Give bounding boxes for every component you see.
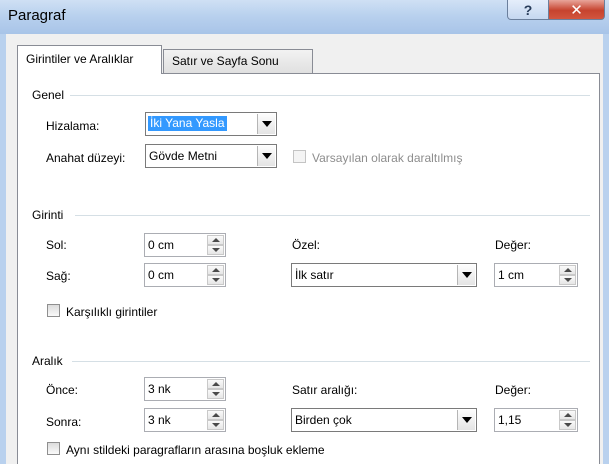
spacing-at-label: Değer: [495,383,532,397]
spin-up-icon[interactable] [207,235,224,245]
close-button[interactable]: ✕ [548,0,605,20]
outline-level-value: Gövde Metni [149,149,218,163]
mirror-indents-checkbox[interactable] [47,304,60,317]
outline-level-label: Anahat düzeyi: [46,151,126,165]
help-button[interactable]: ? [507,0,549,20]
title-bar: Paragraf ? ✕ [0,0,609,35]
alignment-label: Hizalama: [46,119,100,133]
spacing-at-value: 1,15 [498,413,522,427]
spin-up-icon[interactable] [207,265,224,275]
chevron-down-icon[interactable] [257,146,275,166]
spacing-after-spinner[interactable]: 3 nk [144,408,226,432]
indent-by-value: 1 cm [498,268,525,282]
section-divider [75,215,590,216]
tab-label: Girintiler ve Aralıklar [26,52,134,66]
spin-down-icon[interactable] [559,420,576,430]
spacing-after-value: 3 nk [148,413,171,427]
spin-down-icon[interactable] [207,275,224,285]
spacing-at-spinner[interactable]: 1,15 [494,408,578,432]
section-title-aralik: Aralık [32,354,63,368]
section-title-genel: Genel [32,88,65,102]
left-indent-value: 0 cm [148,238,175,252]
spin-up-icon[interactable] [559,410,576,420]
indent-by-spinner[interactable]: 1 cm [494,263,578,287]
spin-down-icon[interactable] [559,275,576,285]
spin-down-icon[interactable] [207,245,224,255]
alignment-select[interactable]: İki Yana Yasla [145,112,277,136]
no-space-same-style-checkbox[interactable] [47,442,60,455]
section-title-girinti: Girinti [32,208,64,222]
spacing-before-label: Önce: [46,383,79,397]
spacing-before-value: 3 nk [148,382,171,396]
section-divider [70,95,590,96]
right-indent-value: 0 cm [148,268,175,282]
special-indent-select[interactable]: İlk satır [291,263,477,287]
left-indent-label: Sol: [46,238,67,252]
line-spacing-label: Satır aralığı: [292,383,358,397]
special-indent-value: İlk satır [295,268,334,282]
tab-line-page-breaks[interactable]: Satır ve Sayfa Sonu [163,49,313,73]
help-icon: ? [523,1,533,18]
spin-up-icon[interactable] [207,410,224,420]
line-spacing-select[interactable]: Birden çok [291,408,477,432]
outline-level-select[interactable]: Gövde Metni [145,144,277,168]
spacing-after-label: Sonra: [46,415,82,429]
left-indent-spinner[interactable]: 0 cm [144,233,226,257]
alignment-value: İki Yana Yasla [148,116,227,131]
indent-by-label: Değer: [495,238,532,252]
chevron-down-icon[interactable] [457,410,475,430]
collapsed-default-label: Varsayılan olarak daraltılmış [312,151,463,165]
right-indent-spinner[interactable]: 0 cm [144,263,226,287]
tab-indents-spacing[interactable]: Girintiler ve Aralıklar [17,45,162,74]
special-indent-label: Özel: [292,238,321,252]
chevron-down-icon[interactable] [257,114,275,134]
tab-label: Satır ve Sayfa Sonu [172,54,279,68]
spacing-before-spinner[interactable]: 3 nk [144,377,226,401]
window-title: Paragraf [8,7,66,24]
close-icon: ✕ [570,1,583,19]
spin-up-icon[interactable] [207,379,224,389]
chevron-down-icon[interactable] [457,265,475,285]
spin-down-icon[interactable] [207,389,224,399]
no-space-same-style-label: Aynı stildeki paragrafların arasına boşl… [66,443,325,457]
tab-panel: Genel Hizalama: İki Yana Yasla Anahat dü… [17,73,600,464]
right-indent-label: Sağ: [46,269,71,283]
line-spacing-value: Birden çok [295,413,352,427]
spin-down-icon[interactable] [207,420,224,430]
spin-up-icon[interactable] [559,265,576,275]
collapsed-default-checkbox[interactable] [293,150,306,163]
mirror-indents-label: Karşılıklı girintiler [66,305,158,319]
section-divider [72,361,590,362]
